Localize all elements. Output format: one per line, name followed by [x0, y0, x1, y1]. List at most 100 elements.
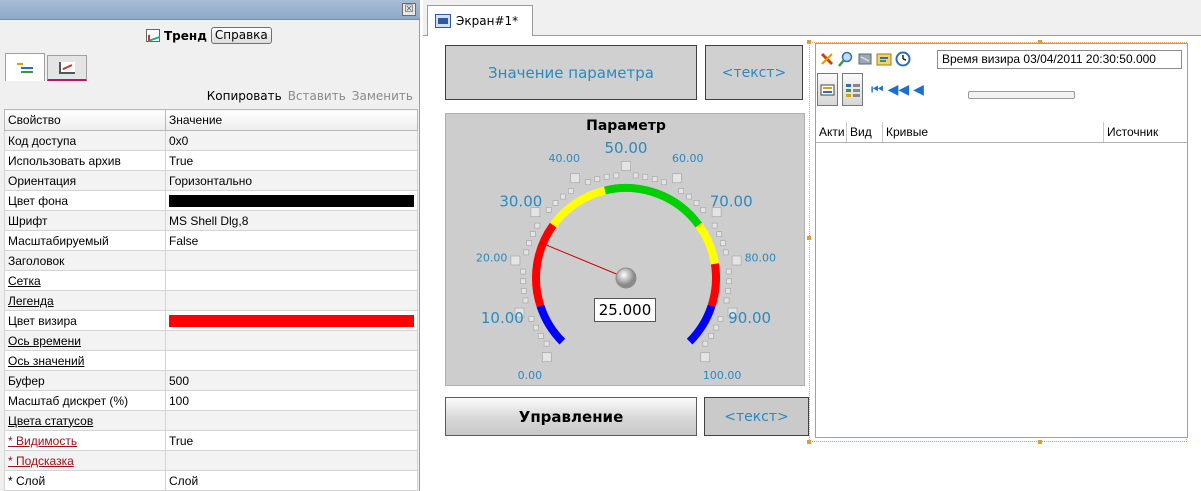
tab-properties[interactable]	[5, 53, 45, 81]
property-value[interactable]	[165, 410, 418, 431]
tab-trend[interactable]	[47, 55, 87, 81]
property-row[interactable]: Шрифт MS Shell Dlg,8	[4, 210, 418, 231]
text-button-bottom[interactable]: <текст>	[704, 397, 809, 436]
property-row[interactable]: Заголовок	[4, 250, 418, 271]
property-row[interactable]: Ориентация Горизонтально	[4, 170, 418, 191]
property-row[interactable]: Цвет фона	[4, 190, 418, 211]
property-value[interactable]: Горизонтально	[165, 170, 418, 191]
settings-icon[interactable]	[876, 51, 892, 67]
minor-tick	[585, 179, 591, 186]
property-value[interactable]: 100	[165, 390, 418, 411]
color-swatch[interactable]	[169, 194, 414, 207]
step-back-fast-icon[interactable]: ◀◀	[888, 83, 910, 97]
property-row[interactable]: * Видимость True	[4, 430, 418, 451]
copy-link[interactable]: Копировать	[207, 89, 282, 103]
property-row[interactable]: Ось значений	[4, 350, 418, 371]
go-first-icon[interactable]: ⏮	[871, 83, 884, 97]
property-value[interactable]: 500	[165, 370, 418, 391]
add-curve-button[interactable]	[817, 73, 838, 106]
properties-panel: ☒ Тренд Справка Копировать Вставить Заме…	[0, 0, 420, 491]
minor-tick	[702, 340, 709, 347]
property-row[interactable]: * Слой Слой	[4, 470, 418, 491]
property-row[interactable]: * Подсказка	[4, 450, 418, 471]
property-value[interactable]: True	[165, 150, 418, 171]
curve-list-button[interactable]	[842, 73, 863, 106]
property-value[interactable]	[165, 190, 418, 211]
minor-tick	[716, 231, 723, 237]
property-name: Легенда	[4, 290, 166, 311]
minor-tick	[726, 278, 732, 285]
property-row[interactable]: Сетка	[4, 270, 418, 291]
minor-tick	[693, 200, 700, 206]
column-header-value[interactable]: Значение	[165, 109, 418, 131]
color-swatch[interactable]	[169, 314, 414, 327]
property-value[interactable]	[165, 350, 418, 371]
property-row[interactable]: Код доступа 0x0	[4, 130, 418, 151]
property-value[interactable]	[165, 450, 418, 471]
export-icon[interactable]	[857, 51, 873, 67]
property-name: Цвета статусов	[4, 410, 166, 431]
clear-icon[interactable]	[819, 51, 835, 67]
column-header-active[interactable]: Акти	[816, 122, 847, 142]
minor-tick	[632, 172, 639, 179]
zoom-icon[interactable]	[838, 51, 854, 67]
property-value[interactable]	[165, 310, 418, 331]
property-name: Использовать архив	[4, 150, 166, 171]
property-row[interactable]: Цвет визира	[4, 310, 418, 331]
property-row[interactable]: Легенда	[4, 290, 418, 311]
property-row[interactable]: Цвета статусов	[4, 410, 418, 431]
add-curve-icon	[820, 84, 834, 95]
column-header-property[interactable]: Свойство	[4, 109, 166, 131]
minor-tick	[532, 324, 539, 331]
property-value[interactable]: MS Shell Dlg,8	[165, 210, 418, 231]
gauge-zone	[695, 222, 719, 265]
property-row[interactable]: Ось времени	[4, 330, 418, 351]
replace-link[interactable]: Заменить	[352, 89, 413, 103]
trend-viewer[interactable]: Время визира 03/04/2011 20:30:50.000 ⏮ ◀…	[809, 42, 1188, 442]
major-tick	[671, 173, 682, 184]
property-row[interactable]: Буфер 500	[4, 370, 418, 391]
major-tick	[510, 255, 521, 266]
property-row[interactable]: Масштабируемый False	[4, 230, 418, 251]
column-header-source[interactable]: Источник	[1104, 122, 1187, 142]
minor-tick	[552, 200, 559, 206]
property-value[interactable]: False	[165, 230, 418, 251]
minor-tick	[725, 268, 732, 275]
property-value[interactable]	[165, 330, 418, 351]
gauge-widget[interactable]: Параметр 0.00 10.00 20.00 30.00 40.00 50.00 60…	[445, 113, 805, 386]
property-name: * Видимость	[4, 430, 166, 451]
column-header-view[interactable]: Вид	[847, 122, 883, 142]
gauge-tick-label: 80.00	[745, 252, 777, 265]
tab-screen-1[interactable]: Экран#1*	[427, 5, 533, 36]
gauge-tick-label: 20.00	[476, 252, 508, 265]
property-row[interactable]: Использовать архив True	[4, 150, 418, 171]
document-tabbar: Экран#1*	[423, 0, 1201, 36]
parameter-value-button[interactable]: Значение параметра	[445, 45, 697, 100]
gauge-tick-label: 30.00	[499, 193, 542, 211]
property-value[interactable]	[165, 290, 418, 311]
property-value[interactable]: Слой	[165, 470, 418, 491]
help-button[interactable]: Справка	[210, 27, 272, 44]
property-value[interactable]: 0x0	[165, 130, 418, 151]
trend-toolbar	[819, 51, 911, 67]
column-header-curves[interactable]: Кривые	[883, 122, 1104, 142]
minor-tick	[545, 207, 552, 213]
control-button[interactable]: Управление	[445, 397, 697, 436]
paste-link[interactable]: Вставить	[288, 89, 346, 103]
property-name: Ось значений	[4, 350, 166, 371]
minor-tick	[720, 240, 726, 246]
time-slider[interactable]	[968, 91, 1075, 99]
text-button-top[interactable]: <текст>	[705, 45, 803, 100]
property-value[interactable]	[165, 270, 418, 291]
property-row[interactable]: Масштаб дискрет (%) 100	[4, 390, 418, 411]
close-icon[interactable]: ☒	[402, 3, 416, 16]
step-back-icon[interactable]: ◀	[913, 83, 924, 97]
gauge-zone	[604, 184, 703, 228]
gauge-tick-label: 90.00	[728, 309, 771, 327]
gauge-tick-label: 100.00	[703, 369, 742, 382]
clock-icon[interactable]	[895, 51, 911, 67]
property-value[interactable]: True	[165, 430, 418, 451]
property-value[interactable]	[165, 250, 418, 271]
gauge-zone	[686, 304, 716, 345]
gauge-dial: 0.00 10.00 20.00 30.00 40.00 50.00 60.00 70.00 8…	[476, 139, 777, 382]
